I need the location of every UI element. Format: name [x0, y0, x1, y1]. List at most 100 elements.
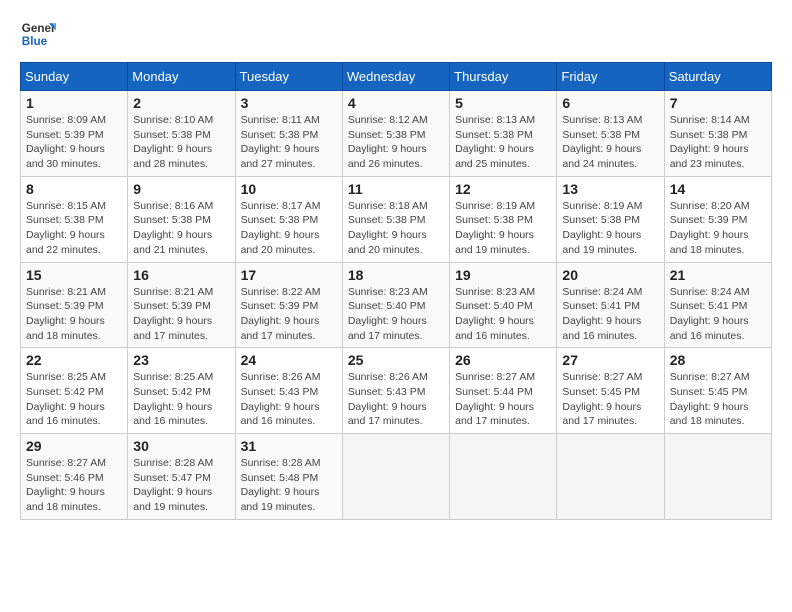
day-detail: Sunrise: 8:19 AMSunset: 5:38 PMDaylight:…: [455, 199, 551, 258]
day-detail: Sunrise: 8:27 AMSunset: 5:44 PMDaylight:…: [455, 370, 551, 429]
calendar-cell: [557, 434, 664, 520]
calendar-cell: 18 Sunrise: 8:23 AMSunset: 5:40 PMDaylig…: [342, 262, 449, 348]
day-detail: Sunrise: 8:23 AMSunset: 5:40 PMDaylight:…: [455, 285, 551, 344]
day-detail: Sunrise: 8:25 AMSunset: 5:42 PMDaylight:…: [26, 370, 122, 429]
day-detail: Sunrise: 8:24 AMSunset: 5:41 PMDaylight:…: [562, 285, 658, 344]
day-detail: Sunrise: 8:27 AMSunset: 5:46 PMDaylight:…: [26, 456, 122, 515]
day-number: 6: [562, 95, 658, 111]
day-number: 29: [26, 438, 122, 454]
day-number: 30: [133, 438, 229, 454]
day-detail: Sunrise: 8:21 AMSunset: 5:39 PMDaylight:…: [133, 285, 229, 344]
day-detail: Sunrise: 8:14 AMSunset: 5:38 PMDaylight:…: [670, 113, 766, 172]
calendar-cell: 17 Sunrise: 8:22 AMSunset: 5:39 PMDaylig…: [235, 262, 342, 348]
calendar-cell: 8 Sunrise: 8:15 AMSunset: 5:38 PMDayligh…: [21, 176, 128, 262]
calendar-cell: 27 Sunrise: 8:27 AMSunset: 5:45 PMDaylig…: [557, 348, 664, 434]
calendar-cell: 29 Sunrise: 8:27 AMSunset: 5:46 PMDaylig…: [21, 434, 128, 520]
day-detail: Sunrise: 8:16 AMSunset: 5:38 PMDaylight:…: [133, 199, 229, 258]
weekday-header-sunday: Sunday: [21, 63, 128, 91]
calendar-cell: 3 Sunrise: 8:11 AMSunset: 5:38 PMDayligh…: [235, 91, 342, 177]
calendar-cell: 12 Sunrise: 8:19 AMSunset: 5:38 PMDaylig…: [450, 176, 557, 262]
day-number: 19: [455, 267, 551, 283]
day-detail: Sunrise: 8:12 AMSunset: 5:38 PMDaylight:…: [348, 113, 444, 172]
day-detail: Sunrise: 8:10 AMSunset: 5:38 PMDaylight:…: [133, 113, 229, 172]
calendar-cell: [664, 434, 771, 520]
calendar-cell: 25 Sunrise: 8:26 AMSunset: 5:43 PMDaylig…: [342, 348, 449, 434]
calendar-cell: [342, 434, 449, 520]
day-number: 18: [348, 267, 444, 283]
day-number: 15: [26, 267, 122, 283]
weekday-header-thursday: Thursday: [450, 63, 557, 91]
calendar-cell: 2 Sunrise: 8:10 AMSunset: 5:38 PMDayligh…: [128, 91, 235, 177]
day-number: 24: [241, 352, 337, 368]
calendar-cell: 11 Sunrise: 8:18 AMSunset: 5:38 PMDaylig…: [342, 176, 449, 262]
day-detail: Sunrise: 8:24 AMSunset: 5:41 PMDaylight:…: [670, 285, 766, 344]
day-detail: Sunrise: 8:26 AMSunset: 5:43 PMDaylight:…: [348, 370, 444, 429]
calendar-cell: 9 Sunrise: 8:16 AMSunset: 5:38 PMDayligh…: [128, 176, 235, 262]
day-number: 27: [562, 352, 658, 368]
weekday-header-wednesday: Wednesday: [342, 63, 449, 91]
day-detail: Sunrise: 8:28 AMSunset: 5:48 PMDaylight:…: [241, 456, 337, 515]
day-number: 22: [26, 352, 122, 368]
day-detail: Sunrise: 8:25 AMSunset: 5:42 PMDaylight:…: [133, 370, 229, 429]
calendar-cell: 7 Sunrise: 8:14 AMSunset: 5:38 PMDayligh…: [664, 91, 771, 177]
day-detail: Sunrise: 8:15 AMSunset: 5:38 PMDaylight:…: [26, 199, 122, 258]
day-detail: Sunrise: 8:20 AMSunset: 5:39 PMDaylight:…: [670, 199, 766, 258]
calendar-cell: 1 Sunrise: 8:09 AMSunset: 5:39 PMDayligh…: [21, 91, 128, 177]
day-detail: Sunrise: 8:13 AMSunset: 5:38 PMDaylight:…: [455, 113, 551, 172]
weekday-header-saturday: Saturday: [664, 63, 771, 91]
calendar-cell: 24 Sunrise: 8:26 AMSunset: 5:43 PMDaylig…: [235, 348, 342, 434]
weekday-header-friday: Friday: [557, 63, 664, 91]
logo: General Blue: [20, 16, 56, 52]
calendar-cell: 21 Sunrise: 8:24 AMSunset: 5:41 PMDaylig…: [664, 262, 771, 348]
calendar-cell: 10 Sunrise: 8:17 AMSunset: 5:38 PMDaylig…: [235, 176, 342, 262]
day-detail: Sunrise: 8:23 AMSunset: 5:40 PMDaylight:…: [348, 285, 444, 344]
calendar-cell: 26 Sunrise: 8:27 AMSunset: 5:44 PMDaylig…: [450, 348, 557, 434]
page-header: General Blue: [20, 16, 772, 52]
day-number: 25: [348, 352, 444, 368]
day-detail: Sunrise: 8:11 AMSunset: 5:38 PMDaylight:…: [241, 113, 337, 172]
day-number: 10: [241, 181, 337, 197]
calendar-cell: 5 Sunrise: 8:13 AMSunset: 5:38 PMDayligh…: [450, 91, 557, 177]
calendar-cell: 23 Sunrise: 8:25 AMSunset: 5:42 PMDaylig…: [128, 348, 235, 434]
calendar-cell: 31 Sunrise: 8:28 AMSunset: 5:48 PMDaylig…: [235, 434, 342, 520]
day-detail: Sunrise: 8:21 AMSunset: 5:39 PMDaylight:…: [26, 285, 122, 344]
weekday-header-monday: Monday: [128, 63, 235, 91]
calendar-cell: 28 Sunrise: 8:27 AMSunset: 5:45 PMDaylig…: [664, 348, 771, 434]
calendar-cell: 15 Sunrise: 8:21 AMSunset: 5:39 PMDaylig…: [21, 262, 128, 348]
day-number: 3: [241, 95, 337, 111]
day-detail: Sunrise: 8:28 AMSunset: 5:47 PMDaylight:…: [133, 456, 229, 515]
day-number: 31: [241, 438, 337, 454]
day-detail: Sunrise: 8:18 AMSunset: 5:38 PMDaylight:…: [348, 199, 444, 258]
day-number: 16: [133, 267, 229, 283]
svg-text:Blue: Blue: [22, 35, 48, 48]
day-detail: Sunrise: 8:17 AMSunset: 5:38 PMDaylight:…: [241, 199, 337, 258]
day-number: 5: [455, 95, 551, 111]
day-number: 14: [670, 181, 766, 197]
day-detail: Sunrise: 8:27 AMSunset: 5:45 PMDaylight:…: [670, 370, 766, 429]
day-detail: Sunrise: 8:19 AMSunset: 5:38 PMDaylight:…: [562, 199, 658, 258]
logo-icon: General Blue: [20, 16, 56, 52]
calendar-cell: 19 Sunrise: 8:23 AMSunset: 5:40 PMDaylig…: [450, 262, 557, 348]
day-detail: Sunrise: 8:13 AMSunset: 5:38 PMDaylight:…: [562, 113, 658, 172]
day-number: 9: [133, 181, 229, 197]
day-detail: Sunrise: 8:27 AMSunset: 5:45 PMDaylight:…: [562, 370, 658, 429]
day-number: 8: [26, 181, 122, 197]
day-number: 23: [133, 352, 229, 368]
day-number: 12: [455, 181, 551, 197]
day-number: 4: [348, 95, 444, 111]
day-number: 21: [670, 267, 766, 283]
day-detail: Sunrise: 8:22 AMSunset: 5:39 PMDaylight:…: [241, 285, 337, 344]
calendar-table: SundayMondayTuesdayWednesdayThursdayFrid…: [20, 62, 772, 520]
weekday-header-tuesday: Tuesday: [235, 63, 342, 91]
calendar-cell: 22 Sunrise: 8:25 AMSunset: 5:42 PMDaylig…: [21, 348, 128, 434]
day-number: 2: [133, 95, 229, 111]
calendar-cell: 16 Sunrise: 8:21 AMSunset: 5:39 PMDaylig…: [128, 262, 235, 348]
calendar-cell: 14 Sunrise: 8:20 AMSunset: 5:39 PMDaylig…: [664, 176, 771, 262]
day-number: 11: [348, 181, 444, 197]
calendar-cell: 30 Sunrise: 8:28 AMSunset: 5:47 PMDaylig…: [128, 434, 235, 520]
day-number: 1: [26, 95, 122, 111]
day-number: 26: [455, 352, 551, 368]
day-number: 28: [670, 352, 766, 368]
calendar-cell: 13 Sunrise: 8:19 AMSunset: 5:38 PMDaylig…: [557, 176, 664, 262]
calendar-cell: [450, 434, 557, 520]
